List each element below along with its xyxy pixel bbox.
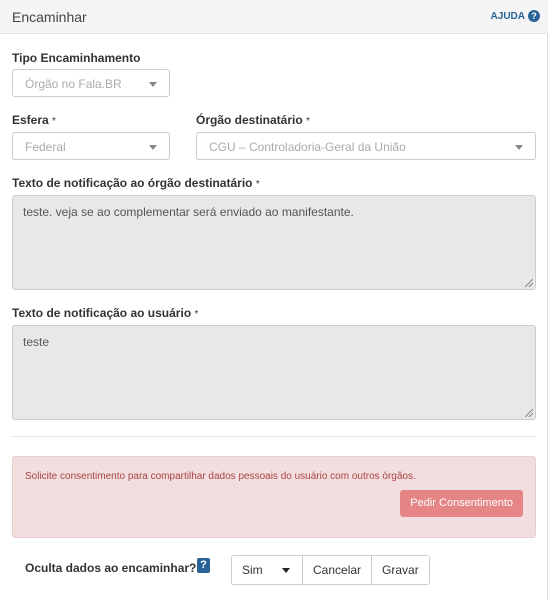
tipo-label: Tipo Encaminhamento (12, 51, 141, 65)
hide-data-question: Oculta dados ao encaminhar? (25, 561, 197, 575)
divider (12, 436, 536, 437)
tipo-select[interactable]: Órgão no Fala.BR (12, 69, 170, 97)
tipo-select-value: Órgão no Fala.BR (25, 77, 122, 91)
resize-grip-icon[interactable] (525, 409, 533, 417)
help-label: AJUDA (490, 10, 525, 22)
panel-title: Encaminhar (12, 9, 87, 25)
esfera-label: Esfera * (12, 113, 56, 127)
orgao-label: Órgão destinatário * (196, 113, 310, 127)
resize-grip-icon[interactable] (525, 279, 533, 287)
panel-header: Encaminhar AJUDA ? (0, 0, 548, 34)
texto-usuario-textarea[interactable]: teste (12, 325, 536, 420)
esfera-select[interactable]: Federal (12, 132, 170, 160)
consent-alert: Solicite consentimento para compartilhar… (12, 456, 536, 538)
texto-orgao-label: Texto de notificação ao órgão destinatár… (12, 176, 260, 190)
hide-data-select[interactable]: Sim (232, 556, 302, 584)
forward-panel: Encaminhar AJUDA ? Tipo Encaminhamento Ó… (0, 0, 548, 600)
consent-message: Solicite consentimento para compartilhar… (25, 471, 416, 482)
chevron-down-icon (282, 568, 290, 573)
chevron-down-icon (149, 82, 157, 87)
hide-data-select-value: Sim (242, 563, 263, 577)
chevron-down-icon (515, 145, 523, 150)
chevron-down-icon (149, 145, 157, 150)
question-circle-icon: ? (528, 10, 540, 22)
texto-orgao-textarea[interactable]: teste. veja se ao complementar será envi… (12, 195, 536, 290)
texto-usuario-value: teste (23, 335, 50, 349)
request-consent-button[interactable]: Pedir Consentimento (400, 490, 523, 517)
cancel-button[interactable]: Cancelar (302, 556, 372, 584)
question-icon[interactable]: ? (197, 558, 210, 573)
texto-usuario-label: Texto de notificação ao usuário * (12, 306, 199, 320)
help-link[interactable]: AJUDA ? (491, 10, 540, 22)
orgao-select-value: CGU – Controladoria-Geral da União (209, 140, 406, 154)
save-button[interactable]: Gravar (371, 556, 429, 584)
action-button-group: Sim Cancelar Gravar (231, 555, 430, 585)
esfera-select-value: Federal (25, 140, 66, 154)
orgao-select[interactable]: CGU – Controladoria-Geral da União (196, 132, 536, 160)
texto-orgao-value: teste. veja se ao complementar será envi… (23, 205, 354, 219)
